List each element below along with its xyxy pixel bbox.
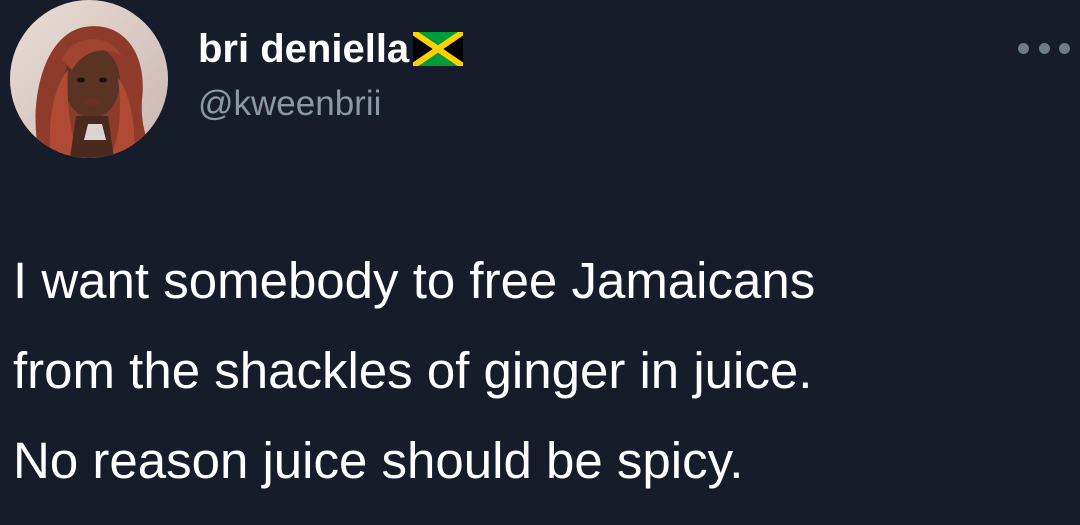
tweet-text-line: from the shackles of ginger in juice.: [13, 342, 813, 399]
more-options-icon[interactable]: [1018, 38, 1070, 58]
dot-icon: [1018, 42, 1029, 54]
tweet-text-line: I want somebody to free Jamaicans: [13, 252, 816, 309]
tweet-card: bri deniella @kweenbrii I want somebody …: [0, 0, 1080, 525]
tweet-text: I want somebody to free Jamaicans from t…: [13, 236, 1073, 506]
name-row: bri deniella: [198, 24, 464, 74]
dot-icon: [1038, 42, 1050, 54]
jamaica-flag-icon: [413, 32, 464, 66]
tweet-text-line: No reason juice should be spicy.: [13, 432, 744, 489]
display-name[interactable]: bri deniella: [198, 27, 409, 72]
avatar[interactable]: [10, 0, 168, 158]
dot-icon: [1059, 42, 1070, 54]
user-handle[interactable]: @kweenbrii: [198, 84, 381, 124]
